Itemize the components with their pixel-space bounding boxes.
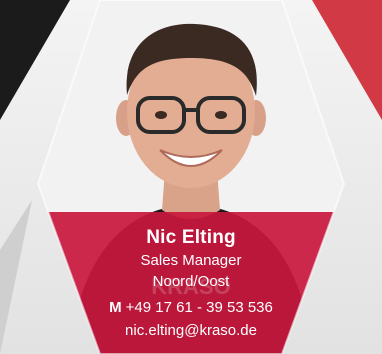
phone-line[interactable]: M +49 17 61 - 39 53 536 (0, 299, 382, 316)
person-name: Nic Elting (146, 227, 236, 248)
job-title: Sales Manager (140, 252, 242, 269)
contact-card: KRASO Nic Elting Sales Manager Noord/Oos… (0, 0, 382, 354)
phone-number[interactable]: +49 17 61 - 39 53 536 (126, 299, 273, 316)
phone-prefix: M (109, 299, 122, 316)
email-link[interactable]: nic.elting@kraso.de (0, 322, 382, 339)
sales-region: Noord/Oost (152, 273, 230, 290)
